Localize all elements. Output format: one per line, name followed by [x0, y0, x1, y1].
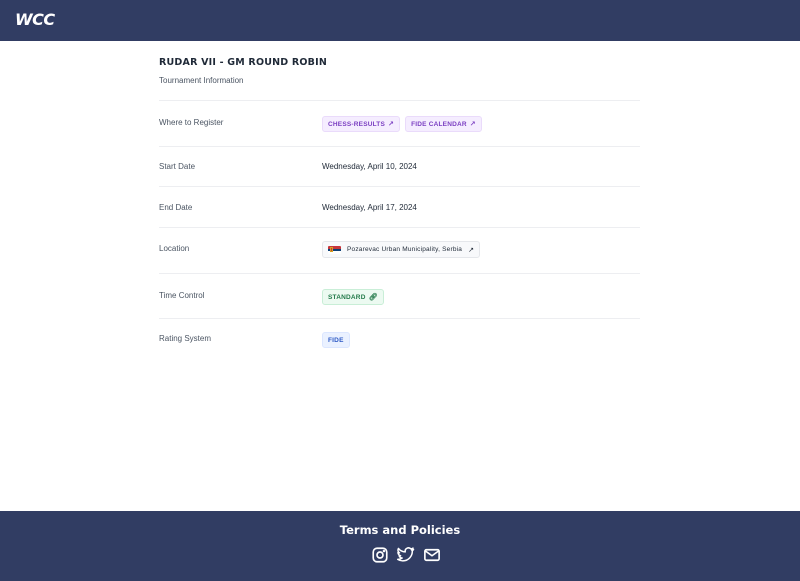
external-link-icon: ↗ — [469, 121, 476, 128]
location-link[interactable]: Pozarevac Urban Municipality, Serbia ↗ — [322, 241, 481, 258]
instagram-icon[interactable] — [371, 546, 389, 564]
start-date-label: Start Date — [159, 162, 196, 171]
external-link-icon: ↗ — [468, 246, 475, 254]
fide-calendar-link[interactable]: FIDE CALENDAR ↗ — [405, 116, 482, 132]
twitter-icon[interactable] — [397, 546, 415, 564]
rating-system-label: Rating System — [159, 334, 212, 343]
chess-results-label: CHESS-RESULTS — [328, 120, 386, 128]
end-date-label: End Date — [159, 203, 193, 212]
tournament-subtitle: Tournament Information — [159, 76, 244, 85]
footer: Terms and Policies — [0, 511, 800, 581]
time-control-badge[interactable]: STANDARD 🔗︎ — [322, 289, 384, 305]
fide-calendar-label: FIDE CALENDAR — [411, 120, 467, 128]
time-control-text: STANDARD — [328, 293, 366, 301]
row-rating-system: Rating System FIDE — [159, 318, 640, 364]
serbia-flag-icon — [328, 245, 341, 254]
time-control-value: STANDARD 🔗︎ — [322, 289, 389, 305]
social-icons — [371, 546, 441, 564]
mail-icon[interactable] — [423, 546, 441, 564]
location-label: Location — [159, 244, 190, 253]
rating-system-value: FIDE — [322, 332, 355, 348]
terms-and-policies-link[interactable]: Terms and Policies — [0, 523, 800, 537]
tournament-header: RUDAR VII - GM ROUND ROBIN Tournament In… — [159, 57, 640, 85]
top-navbar: WCC — [0, 0, 800, 41]
register-label: Where to Register — [159, 118, 224, 127]
wcc-logo[interactable]: WCC — [15, 10, 55, 29]
link-icon: 🔗︎ — [368, 294, 378, 301]
start-date-value: Wednesday, April 10, 2024 — [322, 162, 417, 171]
row-end-date: End Date Wednesday, April 17, 2024 — [159, 186, 640, 227]
location-value: Pozarevac Urban Municipality, Serbia ↗ — [322, 241, 485, 258]
row-time-control: Time Control STANDARD 🔗︎ — [159, 273, 640, 318]
chess-results-link[interactable]: CHESS-RESULTS ↗ — [322, 116, 401, 132]
end-date-value: Wednesday, April 17, 2024 — [322, 203, 417, 212]
row-register: Where to Register CHESS-RESULTS ↗ FIDE C… — [159, 100, 640, 146]
external-link-icon: ↗ — [388, 121, 395, 128]
location-text: Pozarevac Urban Municipality, Serbia — [347, 246, 463, 253]
row-location: Location Pozarevac Urban Municipality, S… — [159, 227, 640, 273]
tournament-title: RUDAR VII - GM ROUND ROBIN — [159, 57, 327, 68]
row-start-date: Start Date Wednesday, April 10, 2024 — [159, 146, 640, 186]
tournament-info-table: Where to Register CHESS-RESULTS ↗ FIDE C… — [159, 100, 640, 364]
register-links: CHESS-RESULTS ↗ FIDE CALENDAR ↗ — [322, 116, 487, 132]
rating-system-badge: FIDE — [322, 332, 350, 348]
time-control-label: Time Control — [159, 291, 205, 300]
